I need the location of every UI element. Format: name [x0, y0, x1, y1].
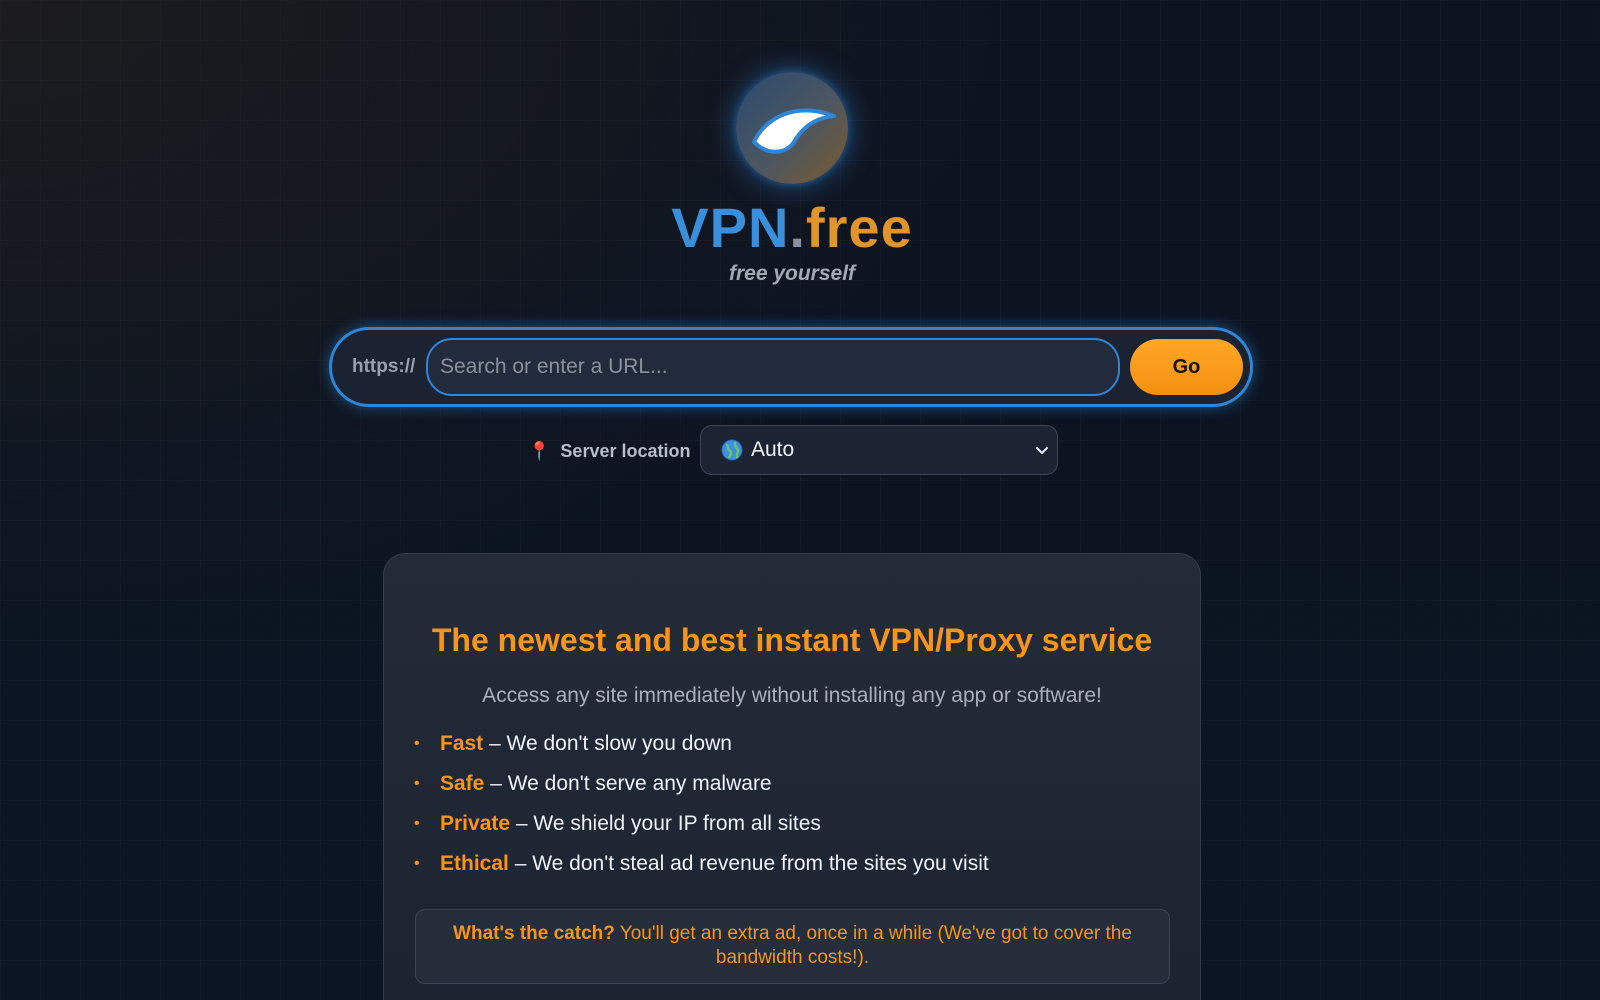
server-location-text: Server location — [560, 441, 691, 461]
url-input[interactable] — [426, 338, 1120, 396]
brand-name-part1: VPN — [671, 196, 790, 259]
feature-item: • Fast – We don't slow you down — [414, 724, 989, 764]
chevron-down-icon — [1036, 447, 1048, 454]
feature-text: – We don't steal ad revenue from the sit… — [508, 852, 989, 875]
server-location-select[interactable]: Auto — [700, 425, 1058, 475]
feature-keyword: Private — [440, 812, 511, 835]
tagline: free yourself — [728, 262, 856, 285]
server-location-label: 📍 Server location — [528, 438, 690, 464]
bullet-icon: • — [414, 735, 420, 752]
feature-keyword: Safe — [440, 772, 485, 795]
feature-list: • Fast – We don't slow you down • Safe – W… — [414, 724, 989, 884]
brand-name-dot: . — [789, 196, 806, 259]
catch-lead: What's the catch? — [453, 923, 615, 944]
feature-text: – We don't serve any malware — [484, 772, 772, 795]
bullet-icon: • — [414, 855, 420, 872]
bullet-icon: • — [414, 815, 420, 832]
server-location-value: Auto — [751, 438, 795, 461]
feature-item: • Private – We shield your IP from all si… — [414, 804, 989, 844]
info-title: The newest and best instant VPN/Proxy se… — [431, 622, 1153, 658]
feature-text: – We shield your IP from all sites — [510, 812, 821, 835]
go-button[interactable]: Go — [1130, 339, 1243, 395]
feature-keyword: Ethical — [440, 852, 509, 875]
url-prefix: https:// — [352, 356, 416, 377]
catch-text: You'll get an extra ad, once in a while … — [614, 923, 1132, 968]
globe-icon — [721, 439, 743, 461]
info-card: The newest and best instant VPN/Proxy se… — [383, 553, 1201, 1000]
feature-item: • Ethical – We don't steal ad revenue fro… — [414, 844, 989, 884]
brand-name-part2: free — [805, 196, 913, 259]
logo — [736, 72, 848, 184]
url-search-bar: https:// Go — [329, 327, 1253, 407]
catch-notice: What's the catch? You'll get an extra ad… — [415, 909, 1170, 984]
wing-logo-icon — [752, 108, 836, 154]
brand-title: VPN.free — [0, 196, 1584, 260]
info-subtitle: Access any site immediately without inst… — [482, 684, 1102, 707]
pin-icon: 📍 — [528, 441, 551, 461]
feature-keyword: Fast — [440, 732, 484, 755]
feature-item: • Safe – We don't serve any malware — [414, 764, 989, 804]
feature-text: – We don't slow you down — [483, 732, 732, 755]
bullet-icon: • — [414, 775, 420, 792]
